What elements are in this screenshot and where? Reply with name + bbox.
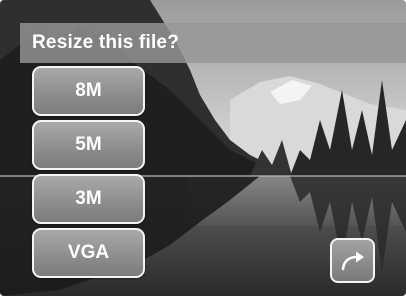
size-3m-button[interactable]: 3M	[32, 174, 145, 224]
size-5m-button[interactable]: 5M	[32, 120, 145, 170]
dialog-title: Resize this file?	[32, 32, 179, 53]
size-8m-label: 8M	[75, 80, 102, 101]
return-arrow-icon	[341, 251, 364, 270]
size-vga-label: VGA	[67, 242, 110, 263]
size-vga-button[interactable]: VGA	[32, 228, 145, 278]
size-8m-button[interactable]: 8M	[32, 66, 145, 116]
dialog-title-bar: Resize this file?	[20, 23, 406, 63]
return-button[interactable]	[330, 238, 375, 283]
size-3m-label: 3M	[75, 188, 102, 209]
size-5m-label: 5M	[75, 134, 102, 155]
camera-screen: Resize this file? 8M 5M 3M VGA	[0, 0, 406, 296]
